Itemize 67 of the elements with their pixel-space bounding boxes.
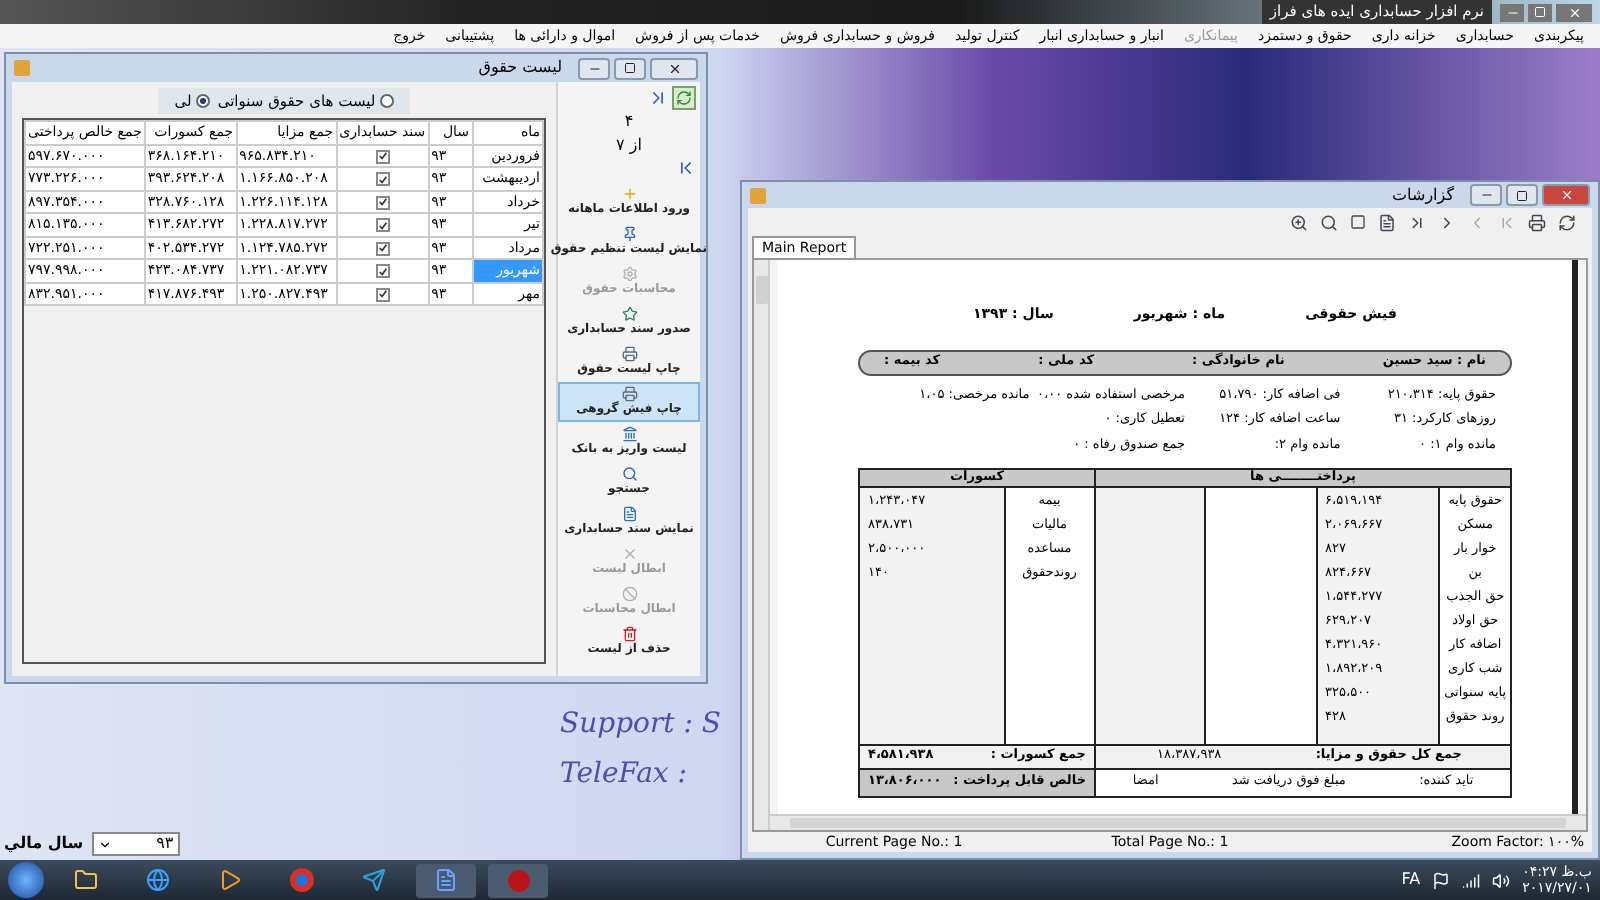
minimize-icon bbox=[1479, 188, 1493, 202]
checkbox[interactable] bbox=[375, 195, 390, 209]
network-icon[interactable] bbox=[1462, 871, 1481, 889]
close-icon bbox=[667, 61, 681, 75]
dropdown-icon bbox=[97, 837, 112, 851]
refresh-icon[interactable] bbox=[1558, 213, 1576, 231]
app-logo-icon bbox=[507, 869, 529, 891]
support-text: Support : S bbox=[560, 706, 721, 744]
bank-icon bbox=[621, 426, 637, 442]
app-icon bbox=[750, 187, 766, 203]
checkbox[interactable] bbox=[375, 172, 390, 186]
window-title: گزارشات bbox=[1392, 183, 1454, 207]
first-page-icon[interactable] bbox=[676, 158, 696, 178]
search-icon[interactable] bbox=[1320, 213, 1338, 231]
browser-icon[interactable] bbox=[146, 868, 170, 892]
printer-icon bbox=[621, 346, 637, 362]
checkbox[interactable] bbox=[375, 149, 390, 163]
last-page-icon[interactable] bbox=[648, 88, 668, 108]
search-icon bbox=[621, 466, 637, 482]
trash-icon bbox=[621, 626, 637, 642]
support-text: TeleFax : bbox=[560, 756, 689, 794]
page-icon[interactable] bbox=[1350, 214, 1366, 230]
print-icon[interactable] bbox=[1528, 213, 1546, 231]
zoom-icon[interactable] bbox=[1290, 213, 1308, 231]
checkbox[interactable] bbox=[375, 264, 390, 278]
gear-icon bbox=[621, 266, 637, 282]
app-icon bbox=[14, 60, 30, 76]
star-icon bbox=[621, 306, 637, 322]
window-title: لیست حقوق bbox=[478, 56, 562, 80]
refresh-button[interactable] bbox=[672, 86, 696, 110]
plus-icon bbox=[621, 186, 637, 202]
printer-icon bbox=[621, 386, 637, 402]
pin-icon bbox=[621, 226, 637, 242]
document-icon bbox=[621, 506, 637, 522]
language-indicator[interactable]: FA bbox=[1401, 868, 1421, 892]
cross-icon bbox=[621, 546, 637, 562]
close-icon bbox=[1567, 5, 1581, 19]
media-player-icon[interactable] bbox=[218, 868, 242, 892]
taskbar-button[interactable] bbox=[416, 863, 476, 897]
maximize-icon bbox=[1534, 6, 1546, 18]
close-icon bbox=[1559, 188, 1573, 202]
checkbox[interactable] bbox=[375, 218, 390, 232]
page-number: ۴ bbox=[622, 110, 636, 134]
maximize-button[interactable] bbox=[614, 57, 646, 79]
fiscal-year-select[interactable]: ۹۳ bbox=[91, 832, 180, 856]
refresh-icon bbox=[676, 90, 692, 106]
close-button[interactable] bbox=[1556, 3, 1592, 21]
flag-icon[interactable] bbox=[1432, 871, 1451, 889]
vertical-scrollbar[interactable] bbox=[754, 260, 770, 830]
checkbox[interactable] bbox=[375, 241, 390, 255]
fiscal-year-label: سال مالي bbox=[4, 832, 84, 856]
maximize-icon bbox=[1516, 189, 1528, 201]
export-icon[interactable] bbox=[1378, 213, 1396, 231]
start-button[interactable] bbox=[8, 862, 44, 898]
send-icon[interactable] bbox=[362, 868, 386, 892]
maximize-button[interactable] bbox=[1506, 184, 1538, 206]
document-icon bbox=[434, 868, 458, 892]
next-page-icon[interactable] bbox=[1438, 213, 1456, 231]
volume-icon[interactable] bbox=[1492, 871, 1511, 889]
checkbox[interactable] bbox=[375, 287, 390, 301]
ban-icon bbox=[621, 586, 637, 602]
maximize-icon bbox=[624, 62, 636, 74]
browser-ring-icon[interactable] bbox=[290, 868, 314, 892]
page-count: از ۷ bbox=[614, 134, 644, 158]
horizontal-scrollbar[interactable] bbox=[770, 814, 1586, 830]
folder-icon[interactable] bbox=[74, 868, 98, 892]
last-page-icon[interactable] bbox=[1408, 213, 1426, 231]
